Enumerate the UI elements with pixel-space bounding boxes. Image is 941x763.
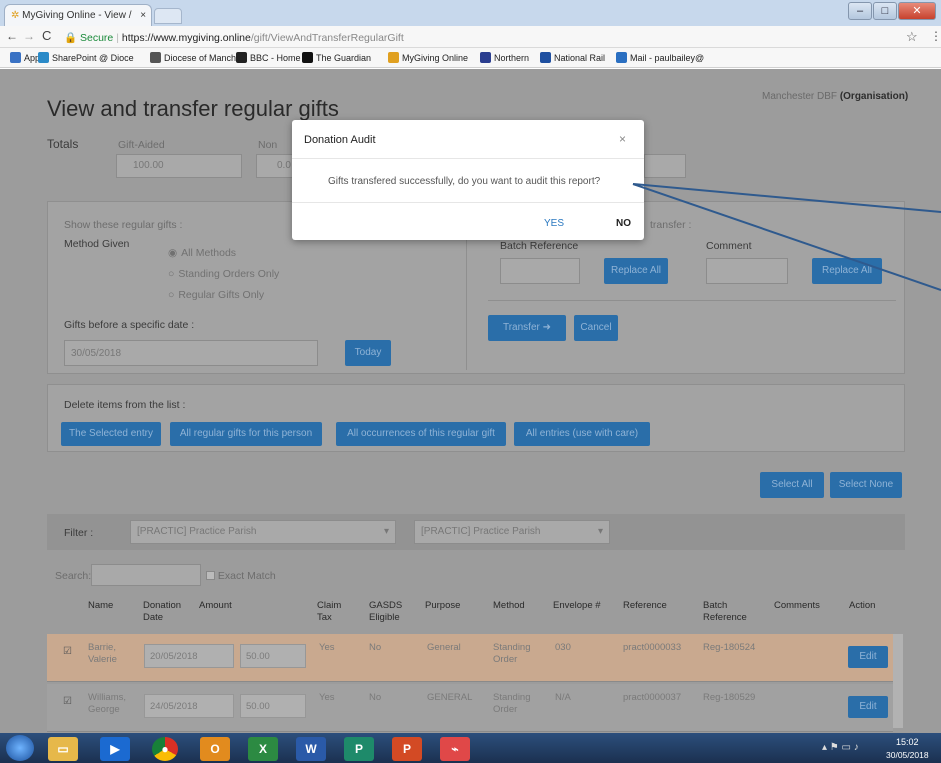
start-button[interactable] — [6, 735, 34, 761]
word-icon[interactable]: W — [296, 737, 326, 761]
clock-time[interactable]: 15:02 — [896, 737, 919, 747]
arrow-line-2 — [632, 183, 941, 291]
publisher-icon[interactable]: P — [344, 737, 374, 761]
acrobat-icon[interactable]: ⌁ — [440, 737, 470, 761]
annotation-arrows — [632, 183, 941, 291]
browser-window: ✲ MyGiving Online - View / × – □ ✕ ← → C… — [0, 0, 941, 733]
clock-date[interactable]: 30/05/2018 — [886, 750, 929, 760]
excel-icon[interactable]: X — [248, 737, 278, 761]
system-tray-icons[interactable]: ▴ ⚑ ▭ ♪ — [822, 742, 859, 753]
chrome-icon[interactable]: ● — [152, 737, 178, 761]
outlook-icon[interactable]: O — [200, 737, 230, 761]
arrow-line-1 — [632, 183, 941, 213]
file-explorer-icon[interactable]: ▭ — [48, 737, 78, 761]
powerpoint-icon[interactable]: P — [392, 737, 422, 761]
media-player-icon[interactable]: ▶ — [100, 737, 130, 761]
windows-taskbar — [0, 733, 941, 763]
